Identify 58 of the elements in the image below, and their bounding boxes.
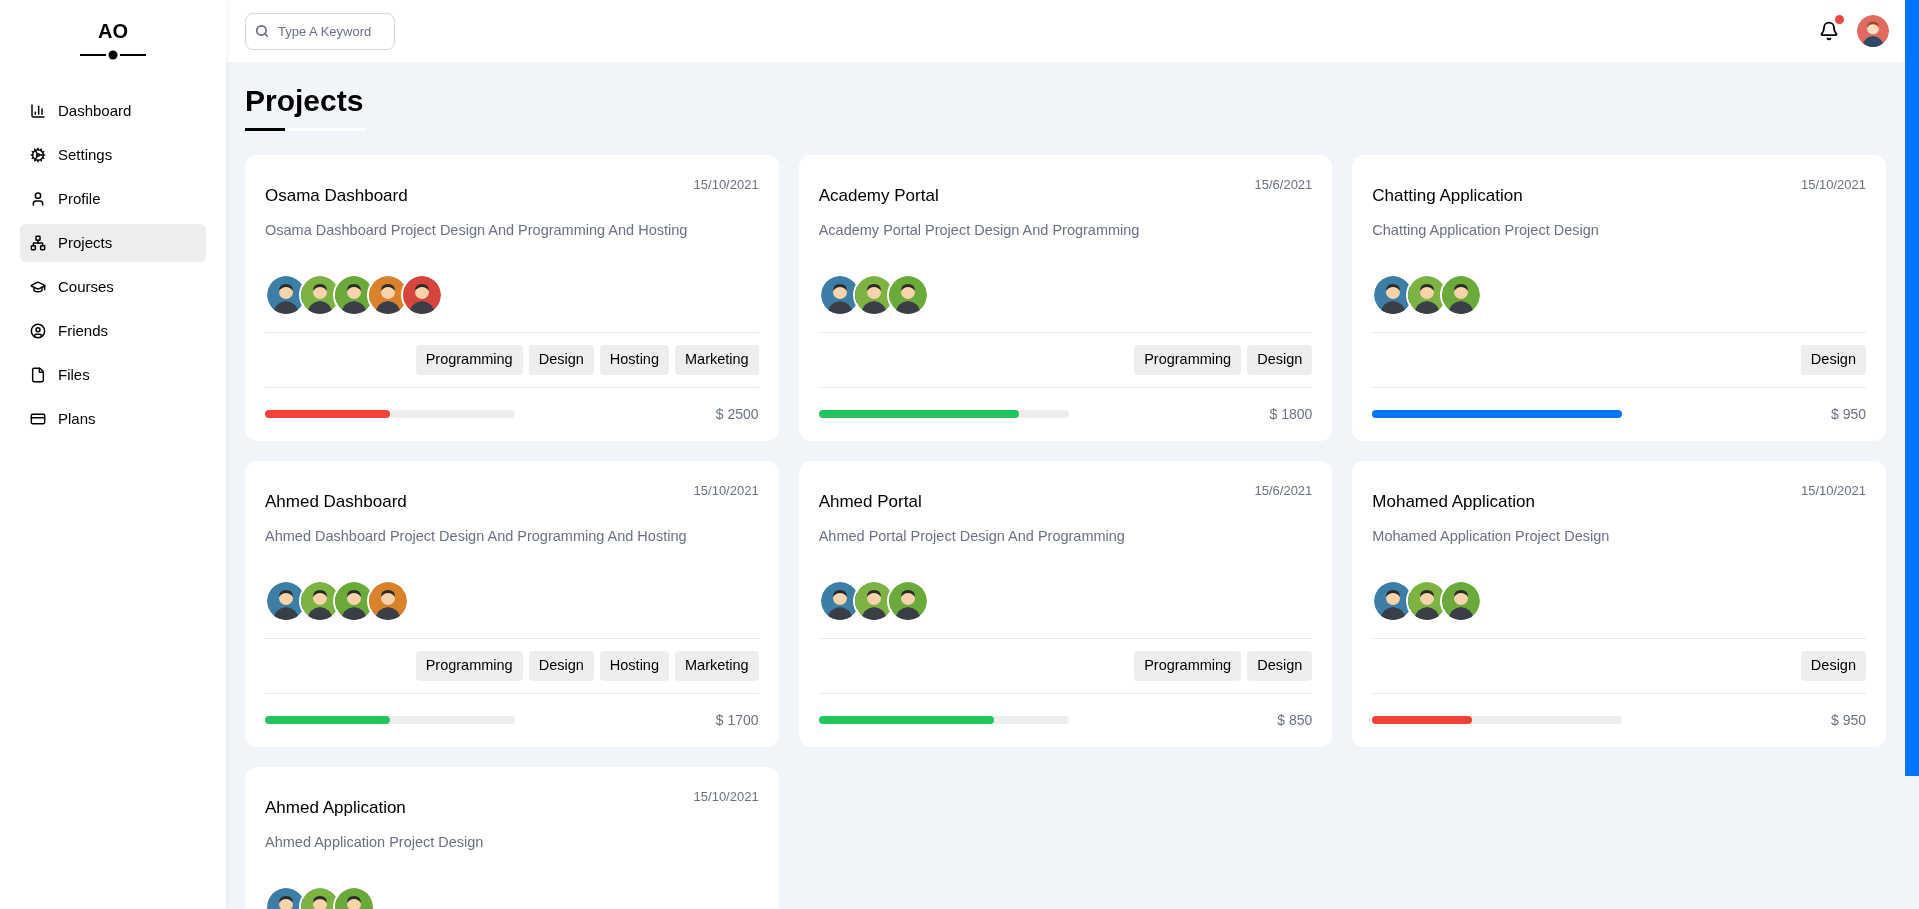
search-field[interactable]: Type A Keyword bbox=[245, 12, 395, 50]
project-price: $ 1700 bbox=[715, 710, 759, 730]
project-description: Ahmed Application Project Design bbox=[265, 833, 484, 852]
project-description: Ahmed Dashboard Project Design And Programming And Hosting bbox=[265, 527, 687, 546]
project-date: 15/10/2021 bbox=[693, 481, 759, 500]
logo-text: AO bbox=[98, 19, 128, 44]
tag: Marketing bbox=[675, 650, 759, 681]
project-date: 15/10/2021 bbox=[693, 175, 759, 194]
project-description: Osama Dashboard Project Design And Programming And Hosting bbox=[265, 221, 688, 240]
project-date: 15/10/2021 bbox=[1800, 481, 1866, 500]
project-description: Academy Portal Project Design And Programming bbox=[818, 221, 1140, 240]
project-title: Ahmed Dashboard bbox=[265, 490, 407, 513]
project-date: 15/6/2021 bbox=[1254, 481, 1313, 500]
tag: Programming bbox=[415, 650, 523, 681]
chart-icon bbox=[30, 103, 46, 119]
project-date: 15/6/2021 bbox=[1254, 175, 1313, 194]
graduation-cap-icon bbox=[30, 279, 46, 295]
scrollbar-thumb[interactable] bbox=[1905, 0, 1919, 776]
tag: Design bbox=[528, 650, 594, 681]
project-description: Ahmed Portal Project Design And Programming bbox=[818, 527, 1125, 546]
nav-item[interactable]: Projects bbox=[20, 224, 206, 262]
project-title: Osama Dashboard bbox=[265, 184, 408, 207]
user-icon bbox=[30, 191, 46, 207]
tag: Programming bbox=[1134, 650, 1242, 681]
tag: Hosting bbox=[599, 344, 669, 375]
project-price: $ 1800 bbox=[1269, 404, 1313, 424]
tag: Programming bbox=[1134, 344, 1242, 375]
user-circle-icon bbox=[30, 323, 46, 339]
project-date: 15/10/2021 bbox=[693, 787, 759, 806]
tag: Programming bbox=[415, 344, 523, 375]
file-icon bbox=[30, 367, 46, 383]
tag: Design bbox=[1800, 650, 1866, 681]
project-price: $ 950 bbox=[1830, 710, 1866, 730]
tag: Design bbox=[1800, 344, 1866, 375]
credit-card-icon bbox=[30, 411, 46, 427]
project-price: $ 950 bbox=[1830, 404, 1866, 424]
tag: Design bbox=[1247, 344, 1313, 375]
project-title: Ahmed Application bbox=[265, 796, 406, 819]
project-description: Chatting Application Project Design bbox=[1372, 221, 1599, 240]
tag: Design bbox=[528, 344, 594, 375]
project-title: Ahmed Portal bbox=[818, 490, 922, 513]
tag: Marketing bbox=[675, 344, 759, 375]
project-title: Mohamed Application bbox=[1372, 490, 1535, 513]
network-icon bbox=[30, 235, 46, 251]
page-title: Projects bbox=[245, 83, 365, 119]
project-description: Mohamed Application Project Design bbox=[1372, 527, 1610, 546]
project-price: $ 850 bbox=[1277, 710, 1313, 730]
logo-divider-icon bbox=[80, 50, 146, 60]
bell-icon bbox=[1819, 21, 1839, 41]
project-title: Chatting Application bbox=[1372, 184, 1523, 207]
gear-icon bbox=[30, 147, 46, 163]
user-avatar[interactable] bbox=[1857, 15, 1889, 47]
project-title: Academy Portal bbox=[818, 184, 939, 207]
project-date: 15/10/2021 bbox=[1800, 175, 1866, 194]
tag: Hosting bbox=[599, 650, 669, 681]
search-icon bbox=[255, 23, 269, 38]
tag: Design bbox=[1247, 650, 1313, 681]
project-price: $ 2500 bbox=[715, 404, 759, 424]
